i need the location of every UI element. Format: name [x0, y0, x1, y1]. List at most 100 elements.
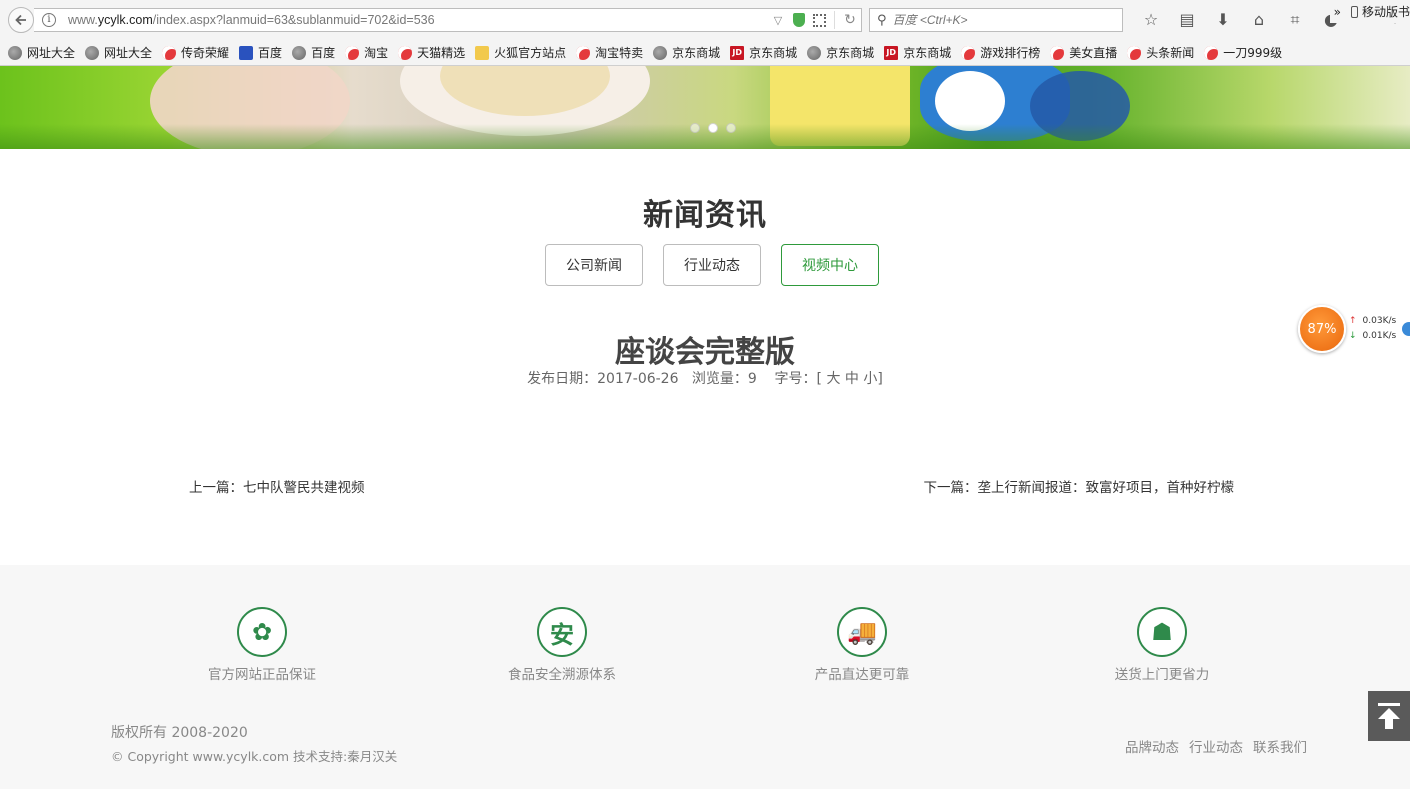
footer-feature: 🚚 产品直达更可靠 — [762, 607, 962, 683]
bookmark-label[interactable]: 京东商城 — [749, 44, 797, 61]
tab-1[interactable]: 公司新闻 — [545, 244, 643, 286]
back-to-top-button[interactable] — [1368, 691, 1410, 741]
bookmark-item[interactable]: 淘宝 — [345, 44, 388, 61]
next-article-link[interactable]: 下一篇：垄上行新闻报道：致富好项目，首种好柠檬 — [924, 476, 1235, 496]
bookmark-label[interactable]: 网址大全 — [104, 44, 152, 61]
search-input[interactable] — [892, 13, 1113, 27]
download-arrow-icon: ↓ — [1349, 330, 1357, 341]
leaf-logo-icon: ✿ — [237, 607, 287, 657]
upload-speed: 0.03K/s — [1362, 315, 1397, 326]
bookmark-item[interactable]: 京东商城 — [807, 44, 874, 61]
bookmark-label[interactable]: 游戏排行榜 — [980, 44, 1040, 61]
footer-feature-label: 送货上门更省力 — [1114, 667, 1210, 683]
bookmark-label[interactable]: 网址大全 — [27, 44, 75, 61]
bookmark-label[interactable]: 百度 — [311, 44, 335, 61]
bookmark-label[interactable]: 天猫精选 — [417, 44, 465, 61]
bookmark-label[interactable]: 淘宝 — [364, 44, 388, 61]
memory-percent-ball[interactable]: 87% — [1298, 305, 1346, 353]
section-title: 新闻资讯 — [643, 198, 767, 233]
download-icon[interactable]: ⬇ — [1205, 9, 1241, 31]
bookmark-item[interactable]: 网址大全 — [8, 44, 75, 61]
tab-2[interactable]: 行业动态 — [663, 244, 761, 286]
qr-code-icon[interactable] — [813, 13, 826, 27]
bookmarks-overflow-label[interactable]: 移动版书 — [1362, 3, 1410, 20]
speed-panel: ↑ 0.03K/s ↓ 0.01K/s — [1344, 313, 1410, 345]
bookmark-item[interactable]: 一刀999级 — [1204, 44, 1282, 61]
home-icon[interactable]: ⌂ — [1241, 9, 1277, 31]
globe-icon — [292, 45, 307, 60]
network-speed-widget[interactable]: ↑ 0.03K/s ↓ 0.01K/s 87% — [1298, 305, 1410, 353]
carousel-dot[interactable] — [726, 123, 736, 133]
swirl-icon — [1050, 45, 1065, 60]
article-meta: 发布日期：2017-06-26 浏览量：9 字号：[ 大 中 小] — [527, 371, 883, 387]
bookmark-item[interactable]: 头条新闻 — [1127, 44, 1194, 61]
bookmark-label[interactable]: 京东商城 — [826, 44, 874, 61]
bookmark-label[interactable]: 美女直播 — [1069, 44, 1117, 61]
speed-widget-edge-icon — [1402, 322, 1410, 336]
search-icon: ⚲ — [877, 12, 887, 28]
bookmark-item[interactable]: 淘宝特卖 — [576, 44, 643, 61]
prev-article-link[interactable]: 上一篇：七中队警民共建视频 — [189, 476, 365, 496]
browser-chrome: i www.ycylk.com/index.aspx?lanmuid=63&su… — [0, 0, 1410, 66]
bookmark-label[interactable]: 百度 — [258, 44, 282, 61]
news-tabs: 公司新闻 行业动态 视频中心 — [545, 244, 879, 286]
bookmark-label[interactable]: 火狐官方站点 — [494, 44, 566, 61]
tab-3[interactable]: 视频中心 — [781, 244, 879, 286]
url-bar-actions: ▽ ↻ — [771, 11, 857, 29]
crop-screenshot-icon[interactable]: ⌗ — [1277, 9, 1313, 31]
safety-an-icon: 安 — [537, 607, 587, 657]
bookmark-item[interactable]: 火狐官方站点 — [475, 44, 566, 61]
url-text[interactable]: www.ycylk.com/index.aspx?lanmuid=63&subl… — [68, 13, 435, 27]
bookmark-label[interactable]: 京东商城 — [672, 44, 720, 61]
bookmark-item[interactable]: 百度 — [292, 44, 335, 61]
swirl-icon — [345, 45, 360, 60]
globe-icon — [8, 45, 22, 60]
history-dropdown-icon[interactable]: ▽ — [771, 14, 785, 27]
bookmark-label[interactable]: 传奇荣耀 — [181, 44, 229, 61]
footer-link[interactable]: 品牌动态 — [1125, 736, 1179, 756]
url-bar[interactable]: i www.ycylk.com/index.aspx?lanmuid=63&su… — [34, 8, 862, 32]
bookmark-label[interactable]: 淘宝特卖 — [595, 44, 643, 61]
footer-link[interactable]: 联系我们 — [1253, 736, 1307, 756]
bookmark-item[interactable]: 传奇荣耀 — [162, 44, 229, 61]
reading-list-icon[interactable]: ▤ — [1169, 9, 1205, 31]
bookmarks-bar: 网址大全 网址大全 传奇荣耀 百度 百度 淘宝 天猫精选 火狐官方站点 淘宝特卖 京东商城 JD 京东… — [0, 41, 1410, 64]
banner-mascot-face-shape — [935, 71, 1005, 131]
delivery-man-icon: ☗ — [1137, 607, 1187, 657]
bookmarks-overflow[interactable]: » 移动版书 — [1329, 0, 1410, 23]
back-button[interactable] — [8, 7, 34, 33]
footer-feature: 安食品安全溯源体系 — [462, 607, 662, 683]
bookmark-item[interactable]: JD 京东商城 — [730, 44, 797, 61]
shield-icon[interactable] — [793, 13, 805, 27]
footer-feature: ✿ 官方网站正品保证 — [162, 607, 362, 683]
carousel-dot[interactable] — [708, 123, 718, 133]
swirl-icon — [961, 45, 976, 60]
bookmark-label[interactable]: 京东商城 — [903, 44, 951, 61]
footer-link[interactable]: 行业动态 — [1189, 736, 1243, 756]
swirl-icon — [162, 45, 177, 60]
site-info-icon[interactable]: i — [42, 13, 56, 27]
bookmark-label[interactable]: 头条新闻 — [1146, 44, 1194, 61]
footer-feature-label: 官方网站正品保证 — [208, 667, 316, 683]
bookmark-item[interactable]: 美女直播 — [1050, 44, 1117, 61]
swirl-icon — [1127, 45, 1142, 60]
search-box[interactable]: ⚲ — [869, 8, 1123, 32]
bookmark-item[interactable]: 天猫精选 — [398, 44, 465, 61]
carousel-dot[interactable] — [690, 123, 700, 133]
bookmark-label[interactable]: 一刀999级 — [1223, 44, 1282, 61]
chevron-right-double-icon[interactable]: » — [1334, 5, 1341, 19]
footer-feature: ☗ 送货上门更省力 — [1062, 607, 1262, 683]
swirl-icon — [398, 45, 413, 60]
bookmark-item[interactable]: JD 京东商城 — [884, 44, 951, 61]
bookmark-item[interactable]: 游戏排行榜 — [961, 44, 1040, 61]
bookmark-item[interactable]: 百度 — [239, 44, 282, 61]
hero-banner[interactable] — [0, 66, 1410, 149]
bookmark-item[interactable]: 网址大全 — [85, 44, 152, 61]
reload-icon[interactable]: ↻ — [843, 12, 857, 28]
swirl-icon — [576, 45, 591, 60]
upload-row: ↑ 0.03K/s — [1344, 313, 1410, 328]
bookmark-item[interactable]: 京东商城 — [653, 44, 720, 61]
copyright-line-1: 版权所有 2008-2020 — [111, 725, 248, 741]
bookmark-star-icon[interactable]: ☆ — [1133, 9, 1169, 31]
globe-icon — [653, 45, 668, 60]
